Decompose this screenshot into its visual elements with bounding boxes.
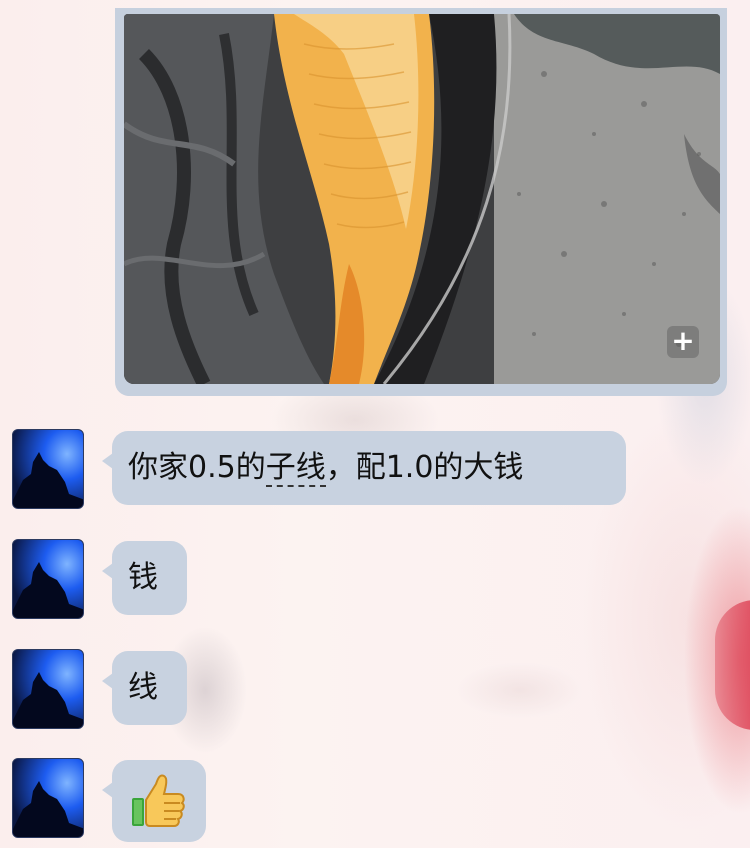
avatar[interactable] [12, 649, 84, 729]
avatar[interactable] [12, 758, 84, 838]
message-bubble[interactable] [102, 760, 206, 842]
thumbs-up-icon [130, 772, 186, 838]
fish-photo[interactable] [124, 14, 720, 384]
wallpaper-lips [715, 600, 750, 730]
message-text: 钱 [128, 560, 158, 595]
message-text: 你家0.5的子线，配1.0的大钱 [128, 450, 524, 487]
zoom-plus-icon[interactable]: + [667, 326, 699, 358]
avatar[interactable] [12, 539, 84, 619]
avatar[interactable] [12, 429, 84, 509]
message-bubble[interactable]: 你家0.5的子线，配1.0的大钱 [102, 431, 626, 505]
message-bubble[interactable]: 线 [102, 651, 187, 725]
message-text: 线 [128, 670, 158, 705]
message-bubble[interactable]: 钱 [102, 541, 187, 615]
